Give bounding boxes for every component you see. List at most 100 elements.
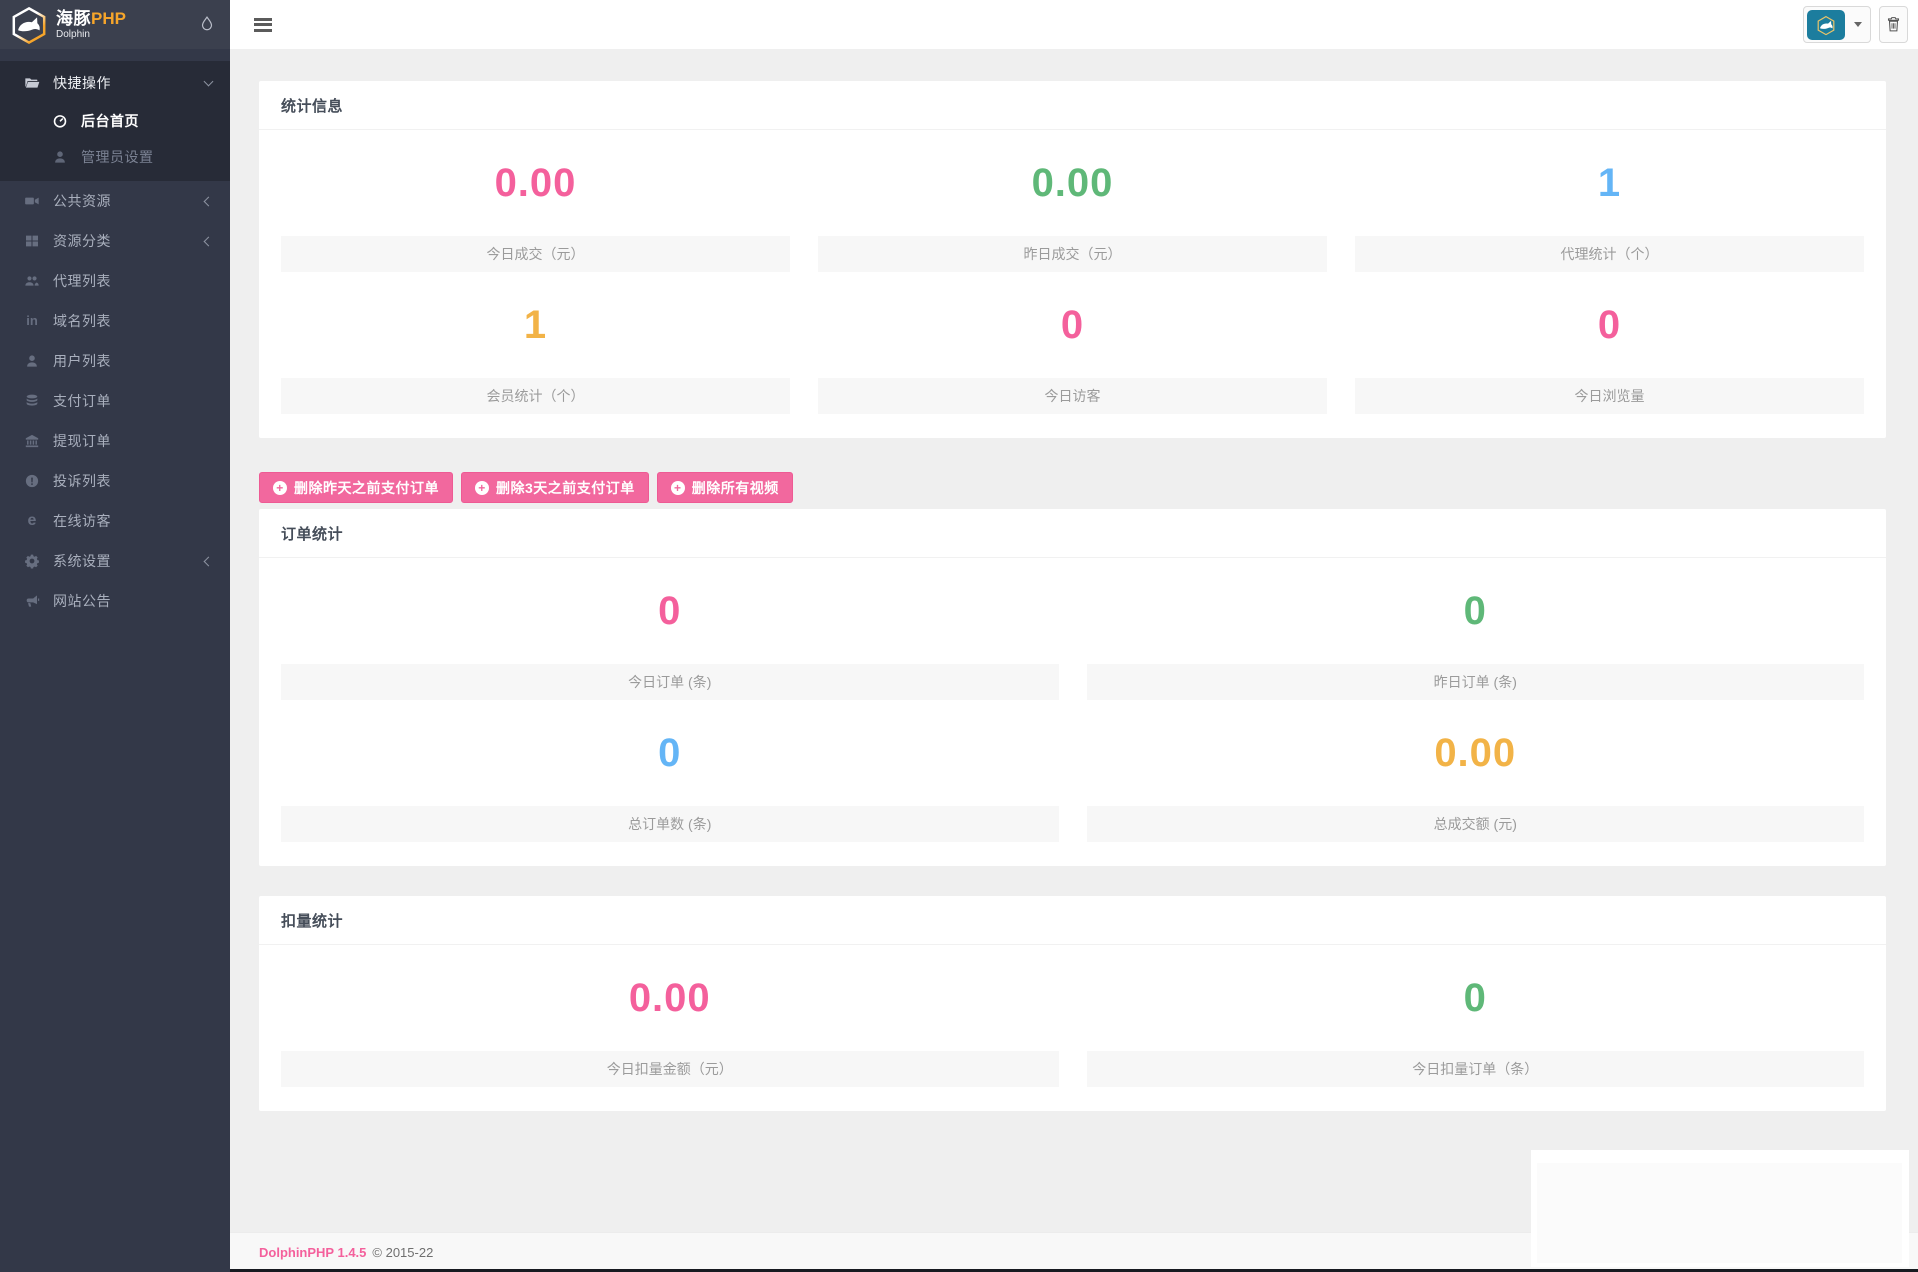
stat-value: 0 [1087, 558, 1865, 664]
stat-value: 0.00 [281, 945, 1059, 1051]
sidebar-item-label: 投诉列表 [53, 471, 111, 491]
stat-yesterday-orders: 0 昨日订单 (条) [1087, 558, 1865, 700]
hamburger-icon[interactable] [254, 15, 274, 34]
plus-circle-icon: + [475, 481, 489, 495]
sidebar-item-public-resources[interactable]: 公共资源 [0, 181, 230, 221]
linkedin-icon: in [24, 313, 40, 329]
stat-value: 0 [281, 700, 1059, 806]
topbar [230, 0, 1918, 49]
sidebar-item-domain-list[interactable]: in 域名列表 [0, 301, 230, 341]
sidebar-item-label: 管理员设置 [81, 147, 154, 167]
delete-before-yesterday-orders-button[interactable]: + 删除昨天之前支付订单 [259, 472, 453, 503]
stat-label: 今日成交（元） [281, 236, 790, 272]
chevron-down-icon [204, 77, 214, 87]
button-label: 删除昨天之前支付订单 [294, 478, 439, 498]
sidebar-item-quick-ops[interactable]: 快捷操作 [0, 63, 230, 103]
main-area: 统计信息 0.00 今日成交（元） 0.00 昨日成交（元） 1 代理统计（个） [230, 0, 1918, 1272]
sidebar-item-label: 网站公告 [53, 591, 111, 611]
stat-value: 0 [1087, 945, 1865, 1051]
panel-title: 统计信息 [259, 81, 1886, 130]
sidebar-item-online-visitors[interactable]: e 在线访客 [0, 501, 230, 541]
user-icon [52, 149, 68, 165]
action-buttons-row: + 删除昨天之前支付订单 + 删除3天之前支付订单 + 删除所有视频 [259, 472, 1886, 503]
stat-label: 今日扣量金额（元） [281, 1051, 1059, 1087]
chevron-left-icon [204, 196, 214, 206]
stat-label: 昨日订单 (条) [1087, 664, 1865, 700]
logo-bar[interactable]: 海豚PHP Dolphin [0, 0, 230, 49]
stat-today-deduct-orders: 0 今日扣量订单（条） [1087, 945, 1865, 1087]
sidebar-item-agent-list[interactable]: 代理列表 [0, 261, 230, 301]
stat-label: 今日扣量订单（条） [1087, 1051, 1865, 1087]
plus-circle-icon: + [273, 481, 287, 495]
sidebar-item-site-announcement[interactable]: 网站公告 [0, 581, 230, 621]
sidebar-item-label: 快捷操作 [53, 73, 111, 93]
stat-label: 会员统计（个） [281, 378, 790, 414]
stat-today-sales: 0.00 今日成交（元） [281, 130, 790, 272]
sidebar-item-complaint-list[interactable]: 投诉列表 [0, 461, 230, 501]
sidebar-item-dashboard[interactable]: 后台首页 [0, 103, 230, 139]
stat-label: 总成交额 (元) [1087, 806, 1865, 842]
floating-panel [1531, 1150, 1909, 1267]
video-camera-icon [24, 193, 40, 209]
stat-today-visitors: 0 今日访客 [818, 272, 1327, 414]
edge-icon: e [24, 513, 40, 529]
stat-member-count: 1 会员统计（个） [281, 272, 790, 414]
stat-value: 0.00 [281, 130, 790, 236]
sidebar-item-label: 支付订单 [53, 391, 111, 411]
user-icon [24, 353, 40, 369]
chevron-left-icon [204, 556, 214, 566]
sidebar-item-label: 后台首页 [81, 111, 139, 131]
sidebar-item-payment-orders[interactable]: 支付订单 [0, 381, 230, 421]
floating-panel-body [1537, 1163, 1902, 1263]
stats-grid: 0.00 今日成交（元） 0.00 昨日成交（元） 1 代理统计（个） 1 会员… [259, 130, 1886, 438]
panel-order-statistics: 订单统计 0 今日订单 (条) 0 昨日订单 (条) 0 总订单数 (条) [259, 509, 1886, 866]
bank-icon [24, 433, 40, 449]
panel-title: 扣量统计 [259, 896, 1886, 945]
footer-brand-link[interactable]: DolphinPHP 1.4.5 [259, 1245, 366, 1260]
stat-label: 昨日成交（元） [818, 236, 1327, 272]
gear-icon [24, 553, 40, 569]
stats-grid: 0.00 今日扣量金额（元） 0 今日扣量订单（条） [259, 945, 1886, 1111]
sidebar-item-system-settings[interactable]: 系统设置 [0, 541, 230, 581]
stat-label: 今日访客 [818, 378, 1327, 414]
logo-title-php: PHP [91, 9, 126, 28]
menu-block-quick-ops: 快捷操作 后台首页 管理员设置 [0, 61, 230, 181]
exclamation-circle-icon [24, 473, 40, 489]
stat-yesterday-sales: 0.00 昨日成交（元） [818, 130, 1327, 272]
sidebar-item-withdraw-orders[interactable]: 提现订单 [0, 421, 230, 461]
dashboard-icon [52, 113, 68, 129]
trash-button[interactable] [1879, 6, 1908, 43]
logo-text: 海豚PHP Dolphin [56, 10, 126, 40]
logo-subtitle: Dolphin [56, 30, 126, 40]
sidebar-menu: 快捷操作 后台首页 管理员设置 公共资源 资源分类 [0, 49, 230, 621]
button-label: 删除所有视频 [692, 478, 779, 498]
stat-total-sales: 0.00 总成交额 (元) [1087, 700, 1865, 842]
dolphin-hexagon-icon [10, 6, 48, 44]
stat-today-orders: 0 今日订单 (条) [281, 558, 1059, 700]
dolphin-avatar-icon [1807, 10, 1845, 40]
stat-total-orders: 0 总订单数 (条) [281, 700, 1059, 842]
delete-3days-orders-button[interactable]: + 删除3天之前支付订单 [461, 472, 649, 503]
sidebar-item-label: 代理列表 [53, 271, 111, 291]
topbar-right [1803, 6, 1910, 43]
user-menu-button[interactable] [1803, 6, 1871, 43]
app-window: 海豚PHP Dolphin 快捷操作 后台首页 管 [0, 0, 1918, 1272]
panel-statistics: 统计信息 0.00 今日成交（元） 0.00 昨日成交（元） 1 代理统计（个） [259, 81, 1886, 438]
sidebar-item-admin-settings[interactable]: 管理员设置 [0, 139, 230, 175]
chevron-left-icon [204, 236, 214, 246]
stat-today-deduct-amount: 0.00 今日扣量金额（元） [281, 945, 1059, 1087]
droplet-icon[interactable] [198, 15, 216, 35]
stat-value: 0 [818, 272, 1327, 378]
delete-all-videos-button[interactable]: + 删除所有视频 [657, 472, 793, 503]
sidebar-item-label: 在线访客 [53, 511, 111, 531]
sidebar-item-resource-categories[interactable]: 资源分类 [0, 221, 230, 261]
sidebar-item-label: 资源分类 [53, 231, 111, 251]
stat-value: 0.00 [1087, 700, 1865, 806]
sidebar-item-label: 公共资源 [53, 191, 111, 211]
sidebar-item-user-list[interactable]: 用户列表 [0, 341, 230, 381]
stat-value: 0.00 [818, 130, 1327, 236]
caret-down-icon [1854, 22, 1862, 27]
sidebar-item-label: 域名列表 [53, 311, 111, 331]
footer-copyright: © 2015-22 [372, 1245, 433, 1260]
trash-icon [1886, 16, 1901, 33]
